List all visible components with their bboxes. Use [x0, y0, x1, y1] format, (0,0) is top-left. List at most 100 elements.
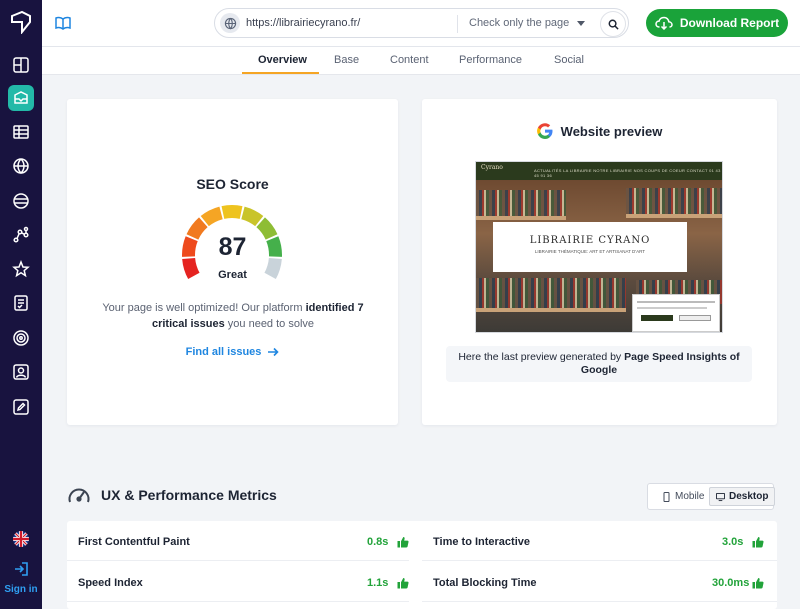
cookie-refuse-block [679, 315, 711, 321]
shelf [476, 308, 626, 312]
shelf [626, 214, 722, 218]
metric-value: 0.8s [367, 536, 389, 548]
thumbs-up-icon [752, 537, 764, 548]
download-report-button[interactable]: Download Report [646, 9, 788, 37]
sidebar-item-graph[interactable] [8, 222, 34, 248]
thumbs-up-icon [752, 578, 764, 589]
globe-icon [220, 13, 240, 33]
metric-value: 1.1s [367, 577, 389, 589]
metric-name: Speed Index [78, 577, 143, 589]
screenshot-logo: Cyrano [481, 164, 503, 171]
star-icon [12, 260, 30, 278]
uk-flag-icon[interactable] [13, 531, 29, 547]
target-icon [13, 330, 29, 346]
seo-msg-pre: Your page is well optimized! Our platfor… [102, 302, 306, 314]
sidebar-item-editor[interactable] [8, 394, 34, 420]
screenshot-cookie-popup [632, 294, 720, 332]
search-button[interactable] [600, 11, 626, 37]
edit-icon [13, 399, 29, 415]
layout-icon [13, 57, 29, 73]
sidebar-item-users[interactable] [8, 359, 34, 385]
cookie-text-line [637, 307, 707, 309]
mobile-toggle[interactable]: Mobile [656, 487, 710, 506]
device-toggle: Mobile Desktop [647, 483, 776, 510]
seo-score-title: SEO Score [196, 176, 269, 192]
screenshot-nav-links: ACTUALITÉS LA LIBRAIRIE NOTRE LIBRAIRIE … [534, 168, 721, 178]
website-preview-caption: Here the last preview generated by Page … [446, 346, 752, 382]
bookshelf-row [476, 190, 566, 216]
network-icon [13, 193, 29, 209]
desktop-label: Desktop [729, 491, 769, 502]
sidebar-item-tables[interactable] [8, 119, 34, 145]
active-tab-indicator [242, 72, 319, 74]
metric-name: First Contentful Paint [78, 536, 190, 548]
metrics-card: First Contentful Paint 0.8s Time to Inte… [67, 521, 777, 609]
metric-row: Time to Interactive 3.0s [422, 521, 777, 561]
sidebar-item-dashboard[interactable] [8, 52, 34, 78]
screenshot-heading: LIBRAIRIE CYRANO [529, 235, 651, 246]
tab-base[interactable]: Base [334, 54, 359, 66]
bookshelf-row [626, 188, 722, 214]
cloud-download-icon [655, 16, 673, 30]
check-mode-select[interactable]: Check only the page [469, 17, 569, 29]
sign-in-button[interactable]: Sign in [0, 561, 42, 597]
tab-bar: Overview Base Content Performance Social [42, 47, 800, 75]
app-logo-icon[interactable] [10, 10, 32, 34]
search-divider [457, 15, 458, 33]
inbox-icon [14, 91, 28, 104]
website-preview-title: Website preview [560, 123, 663, 139]
sign-in-label: Sign in [4, 584, 38, 595]
user-icon [13, 364, 29, 380]
metric-value: 30.0ms [712, 577, 750, 589]
top-header: Check only the page Download Report [42, 0, 800, 47]
book-icon[interactable] [55, 16, 71, 30]
sidebar-item-globe[interactable] [8, 153, 34, 179]
tab-social[interactable]: Social [554, 54, 584, 66]
tab-content[interactable]: Content [390, 54, 429, 66]
gauge-segment [221, 205, 243, 219]
url-search-bar: Check only the page [214, 8, 629, 38]
metric-name: Total Blocking Time [433, 577, 537, 589]
tab-performance[interactable]: Performance [459, 54, 522, 66]
seo-msg-post: you need to solve [224, 318, 315, 330]
screenshot-navbar: Cyrano ACTUALITÉS LA LIBRAIRIE NOTRE LIB… [476, 162, 722, 180]
seo-score-value: 87 [218, 233, 247, 261]
thumbs-up-icon [397, 537, 409, 548]
metrics-header: UX & Performance Metrics [67, 484, 277, 506]
graph-icon [13, 226, 29, 243]
screenshot-banner: LIBRAIRIE CYRANO LIBRAIRIE THÉMATIQUE: A… [493, 222, 687, 272]
metric-value: 3.0s [722, 536, 744, 548]
sidebar-item-reports[interactable] [8, 290, 34, 316]
table-icon [13, 125, 29, 139]
metric-row: First Contentful Paint 0.8s [67, 521, 409, 561]
website-preview-card: Website preview Cyrano ACTUALITÉS LA LIB… [422, 99, 777, 425]
website-screenshot: Cyrano ACTUALITÉS LA LIBRAIRIE NOTRE LIB… [475, 161, 723, 333]
download-report-label: Download Report [679, 16, 780, 30]
screenshot-subheading: LIBRAIRIE THÉMATIQUE: ART ET ARTISANAT D… [534, 249, 646, 254]
sidebar-item-target[interactable] [8, 325, 34, 351]
website-preview-header: Website preview [422, 123, 777, 139]
desktop-icon [716, 492, 725, 501]
google-icon [536, 123, 553, 139]
sign-in-icon [15, 562, 28, 576]
find-all-issues-link[interactable]: Find all issues [67, 346, 398, 358]
find-all-issues-label: Find all issues [185, 346, 262, 358]
arrow-right-icon [268, 347, 280, 357]
sidebar-item-network[interactable] [8, 188, 34, 214]
tab-overview[interactable]: Overview [258, 54, 307, 66]
caption-pre: Here the last preview generated by [458, 351, 625, 363]
globe-icon [13, 158, 29, 175]
sidebar-item-favorites[interactable] [8, 256, 34, 282]
mobile-icon [663, 491, 670, 502]
thumbs-up-icon [397, 578, 409, 589]
shelf [476, 216, 566, 220]
sidebar-item-audit[interactable] [8, 85, 34, 111]
metric-row: Total Blocking Time 30.0ms [422, 562, 777, 602]
checklist-icon [14, 295, 28, 311]
metric-name: Time to Interactive [433, 536, 530, 548]
desktop-toggle[interactable]: Desktop [709, 487, 776, 506]
cookie-text-line [637, 301, 715, 303]
url-input[interactable] [246, 15, 456, 31]
chevron-down-icon[interactable] [577, 21, 585, 26]
mobile-label: Mobile [675, 491, 705, 502]
